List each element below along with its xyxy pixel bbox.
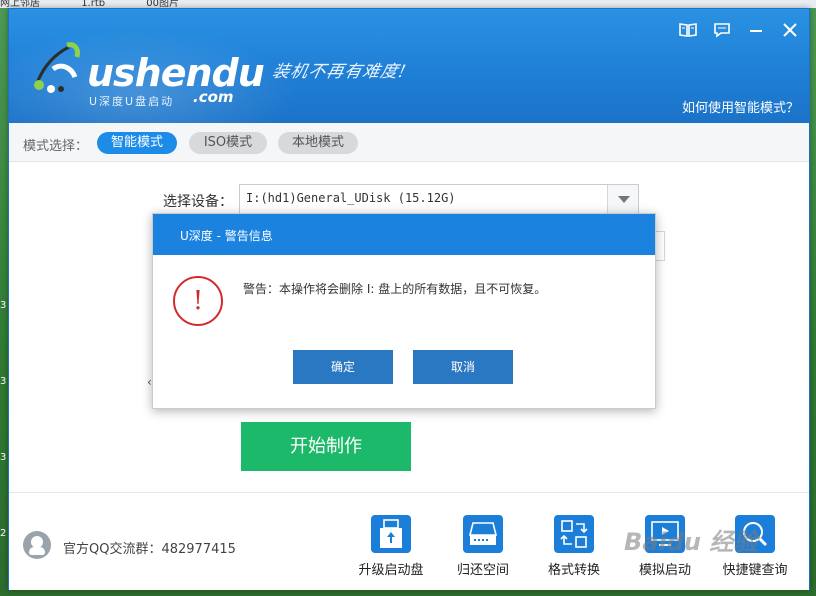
ok-button[interactable]: 确定 bbox=[293, 350, 393, 384]
desktop-mark: 3 bbox=[0, 452, 7, 463]
tab-smart-mode[interactable]: 智能模式 bbox=[97, 132, 177, 154]
desktop-label-images[interactable]: 00图片 bbox=[146, 0, 179, 8]
warning-icon: ! bbox=[173, 276, 223, 326]
chat-icon[interactable] bbox=[713, 21, 731, 39]
app-logo: ushendu U深度U盘启动 .com bbox=[23, 33, 265, 108]
watermark-text: Baidu 经验 bbox=[624, 528, 758, 556]
logo-domain: .com bbox=[193, 88, 234, 106]
desktop-mark: 3 bbox=[0, 376, 7, 387]
tool-label: 归还空间 bbox=[456, 563, 509, 578]
tool-format-convert[interactable]: 格式转换 bbox=[536, 515, 612, 578]
titlebar[interactable]: ushendu U深度U盘启动 .com 装机不再有难度! 如何使用智能模式？ bbox=[9, 9, 809, 123]
tool-label: 格式转换 bbox=[547, 563, 600, 578]
desktop-mark: 2 bbox=[0, 528, 7, 539]
tool-restore-space[interactable]: 归还空间 bbox=[445, 515, 521, 578]
close-icon[interactable] bbox=[781, 21, 799, 39]
logo-wordmark: ushendu bbox=[87, 51, 265, 95]
desktop-icon-labels: 网上邻居 1.rtb 00图片 bbox=[0, 0, 816, 8]
tool-label: 升级启动盘 bbox=[358, 563, 424, 578]
smart-mode-help-link[interactable]: 如何使用智能模式？ bbox=[682, 97, 799, 116]
desktop-mark: 3 bbox=[0, 300, 7, 311]
warning-message: 警告：本操作将会删除 I: 盘上的所有数据，且不可恢复。 bbox=[243, 282, 547, 296]
book-icon[interactable] bbox=[679, 21, 697, 39]
device-select[interactable]: I:(hd1)General_UDisk (15.12G) bbox=[239, 184, 639, 214]
restore-space-icon bbox=[463, 515, 503, 553]
device-label: 选择设备： bbox=[163, 194, 233, 210]
tool-upgrade-disk[interactable]: 升级启动盘 bbox=[353, 515, 429, 578]
logo-subtitle: U深度U盘启动 bbox=[89, 95, 175, 108]
slogan: 装机不再有难度! bbox=[270, 62, 409, 82]
dialog-header[interactable]: U深度 - 警告信息 bbox=[153, 214, 655, 255]
titlebar-controls bbox=[679, 21, 799, 39]
format-convert-icon bbox=[554, 515, 594, 553]
mode-label: 模式选择： bbox=[23, 139, 89, 154]
dialog-title: U深度 - 警告信息 bbox=[180, 229, 273, 243]
qq-group-text: 官方QQ交流群：482977415 bbox=[63, 542, 236, 557]
qq-avatar-icon bbox=[23, 531, 51, 559]
upgrade-disk-icon bbox=[371, 515, 411, 553]
minimize-icon[interactable] bbox=[747, 21, 765, 39]
baidu-jingyan-watermark: Baidu 经验 bbox=[618, 512, 778, 562]
device-select-value: I:(hd1)General_UDisk (15.12G) bbox=[246, 191, 456, 205]
warning-dialog: U深度 - 警告信息 ! 警告：本操作将会删除 I: 盘上的所有数据，且不可恢复… bbox=[152, 213, 656, 409]
logo-figure-icon bbox=[34, 42, 80, 93]
chevron-down-icon[interactable] bbox=[607, 185, 638, 213]
tab-iso-mode[interactable]: ISO模式 bbox=[189, 132, 267, 154]
start-make-button[interactable]: 开始制作 bbox=[241, 422, 411, 471]
desktop-label-network[interactable]: 网上邻居 bbox=[0, 0, 40, 8]
mode-bar: 模式选择： 智能模式 ISO模式 本地模式 bbox=[9, 123, 809, 162]
tab-local-mode[interactable]: 本地模式 bbox=[278, 132, 358, 154]
cancel-button[interactable]: 取消 bbox=[413, 350, 513, 384]
desktop-label-rtb[interactable]: 1.rtb bbox=[81, 0, 105, 8]
